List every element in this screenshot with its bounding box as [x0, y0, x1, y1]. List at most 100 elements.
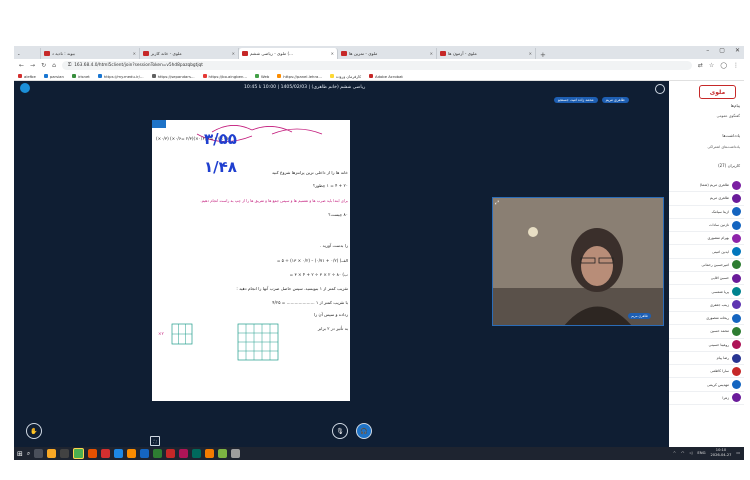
avatar [732, 247, 741, 257]
participant-row[interactable]: آیدین امینی [669, 245, 744, 259]
bookmark-icon [151, 74, 156, 78]
close-icon[interactable]: ✕ [529, 51, 532, 56]
tab-menu[interactable]: ⌄ [14, 48, 41, 59]
participant-row[interactable]: زهرا [669, 392, 744, 406]
sidebar: ملوی پیام‌ها گفتگوی عمومی یادداشت‌ها یاد… [669, 81, 744, 447]
back-arrow-icon[interactable]: ← [19, 62, 24, 69]
bookmark[interactable]: Web [255, 74, 269, 79]
participant-row[interactable]: حسین آقایی [669, 272, 744, 286]
participant-row[interactable]: آزیتا سیامک [669, 206, 744, 219]
mute-button[interactable]: 🎙 [332, 423, 348, 439]
participant-row[interactable]: ریحانه منصوری [669, 312, 744, 326]
participant-row[interactable]: محمد حسین [669, 325, 744, 339]
speaker-icon[interactable]: ◁ [689, 450, 692, 455]
participant-row[interactable]: طاهری مریم (شما) [669, 179, 744, 193]
webcam-video[interactable]: ⤢ طاهری مریم [492, 197, 664, 326]
forward-arrow-icon[interactable]: → [30, 62, 35, 69]
hand-icon: ✋ [30, 427, 38, 435]
bookmark[interactable]: https://bo.aingben... [202, 74, 247, 79]
translate-icon[interactable]: ⇄ [698, 62, 703, 69]
speaker-chip[interactable]: طاهری مریم [601, 97, 629, 103]
wifi-icon[interactable]: ◠ [681, 450, 684, 455]
site-favicon-icon [242, 51, 248, 56]
word-icon[interactable] [140, 449, 150, 458]
presentation-slide[interactable]: (۰/۲×) ۳ =۲ (۰/۶×)(۲/۳ =۰/۶×) (۰/۳×) ۳/۵… [152, 120, 350, 401]
fullscreen-button[interactable]: ⛶ [150, 436, 160, 446]
reload-icon[interactable]: ↻ [41, 62, 46, 69]
browser-tab[interactable]: ملوی - آزمون ها ✕ [437, 48, 536, 59]
app-icon[interactable] [218, 449, 228, 458]
stats-icon[interactable] [20, 83, 30, 93]
bookmark[interactable]: alefbe [18, 74, 36, 79]
raise-hand-button[interactable]: ✋ [26, 423, 42, 439]
url-input[interactable]: ⚿ 163.68.4.0/html5client/join?sessionToke… [61, 61, 692, 70]
avatar [732, 220, 741, 230]
vlc-icon[interactable] [205, 449, 215, 458]
browser-tab[interactable]: بیوند : نادیه د ✕ [41, 48, 140, 59]
participant-row[interactable]: طاهری مریم [669, 192, 744, 206]
bookmark[interactable]: https://sepandars... [151, 74, 195, 79]
app-icon[interactable] [60, 449, 70, 458]
participant-name: روهینا حسینی [708, 342, 729, 347]
language-indicator[interactable]: ENG [697, 450, 705, 455]
browser-tab[interactable]: ملوی - خانه کاربر ✕ [140, 48, 239, 59]
avatar [732, 313, 741, 323]
close-icon[interactable]: ✕ [232, 51, 235, 56]
clock[interactable]: 10:10 2026-04-27 [711, 448, 732, 457]
bookmark[interactable]: https://my.medu.ir/... [97, 74, 144, 79]
search-icon[interactable]: ⌕ [27, 450, 30, 458]
participant-row[interactable]: رضا پیام [669, 352, 744, 366]
notification-icon[interactable]: ▭ [736, 450, 740, 455]
firefox-icon[interactable] [88, 449, 98, 458]
app-icon[interactable] [101, 449, 111, 458]
participant-row[interactable]: امیرحسین رحمانی [669, 259, 744, 273]
app-icon[interactable] [231, 449, 241, 458]
task-view-icon[interactable] [34, 449, 44, 458]
powerpoint-icon[interactable] [179, 449, 189, 458]
user-icon[interactable] [655, 84, 665, 94]
windows-start-icon[interactable]: ⊞ [17, 450, 23, 458]
app-icon[interactable] [127, 449, 137, 458]
shared-notes-item[interactable]: یادداشت‌های اشتراکی [707, 145, 740, 149]
bookmark[interactable]: https://panel.lehra... [277, 74, 322, 79]
participant-row[interactable]: بهرام منصوری [669, 232, 744, 246]
participant-row[interactable]: روهینا حسینی [669, 339, 744, 352]
speaker-chip[interactable]: محمد زاده امید، جستجو [554, 97, 598, 103]
close-icon[interactable]: ✕ [430, 51, 433, 56]
avatar [732, 300, 741, 310]
browser-tab[interactable]: ملوی - تمرین ها ✕ [338, 48, 437, 59]
active-speakers: محمد زاده امید، جستجو طاهری مریم [554, 97, 629, 103]
star-icon[interactable]: ☆ [709, 62, 714, 69]
headphones-button[interactable]: 🎧 [356, 423, 372, 439]
excel-icon[interactable] [153, 449, 163, 458]
app-icon[interactable] [114, 449, 124, 458]
home-icon[interactable]: ⌂ [52, 62, 56, 69]
participant-row[interactable]: نازنین سادات [669, 219, 744, 233]
participant-row[interactable]: زینب جعفری [669, 299, 744, 312]
maximize-button[interactable]: ▢ [719, 47, 725, 54]
menu-dots-icon[interactable]: ⋮ [733, 62, 739, 69]
close-icon[interactable]: ✕ [133, 51, 136, 56]
file-explorer-icon[interactable] [47, 449, 57, 458]
profile-icon[interactable]: ◯ [720, 62, 727, 69]
minimize-button[interactable]: – [706, 47, 709, 54]
close-icon[interactable]: ✕ [331, 51, 334, 56]
bookmark[interactable]: Adobe Acrobat [369, 74, 403, 79]
group-chat-item[interactable]: گفتگوی عمومی [717, 114, 740, 118]
expand-icon[interactable]: ⤢ [495, 200, 499, 206]
headphones-icon: 🎧 [360, 427, 368, 435]
chrome-icon[interactable] [73, 448, 85, 459]
participant-row[interactable]: پریا شمسی [669, 285, 744, 299]
bookmark[interactable]: parsian [43, 74, 64, 79]
bookmark[interactable]: کارفرمان وروده [329, 74, 361, 79]
acrobat-icon[interactable] [166, 449, 176, 458]
meeting-app: ریاضی ششم (خانم طاهری) | 1405/02/03 | 10… [14, 81, 744, 447]
browser-tab-active[interactable]: ملوی - ریاضی ششم (... ✕ [239, 48, 338, 59]
new-tab-button[interactable]: + [536, 51, 550, 59]
app-icon[interactable] [192, 449, 202, 458]
participant-row[interactable]: سارا کاظمی [669, 365, 744, 379]
participant-row[interactable]: مهدیس کریمی [669, 378, 744, 392]
close-window-button[interactable]: ✕ [735, 47, 740, 54]
bookmark[interactable]: irisnet [71, 74, 90, 79]
chevron-up-icon[interactable]: ^ [673, 450, 676, 455]
